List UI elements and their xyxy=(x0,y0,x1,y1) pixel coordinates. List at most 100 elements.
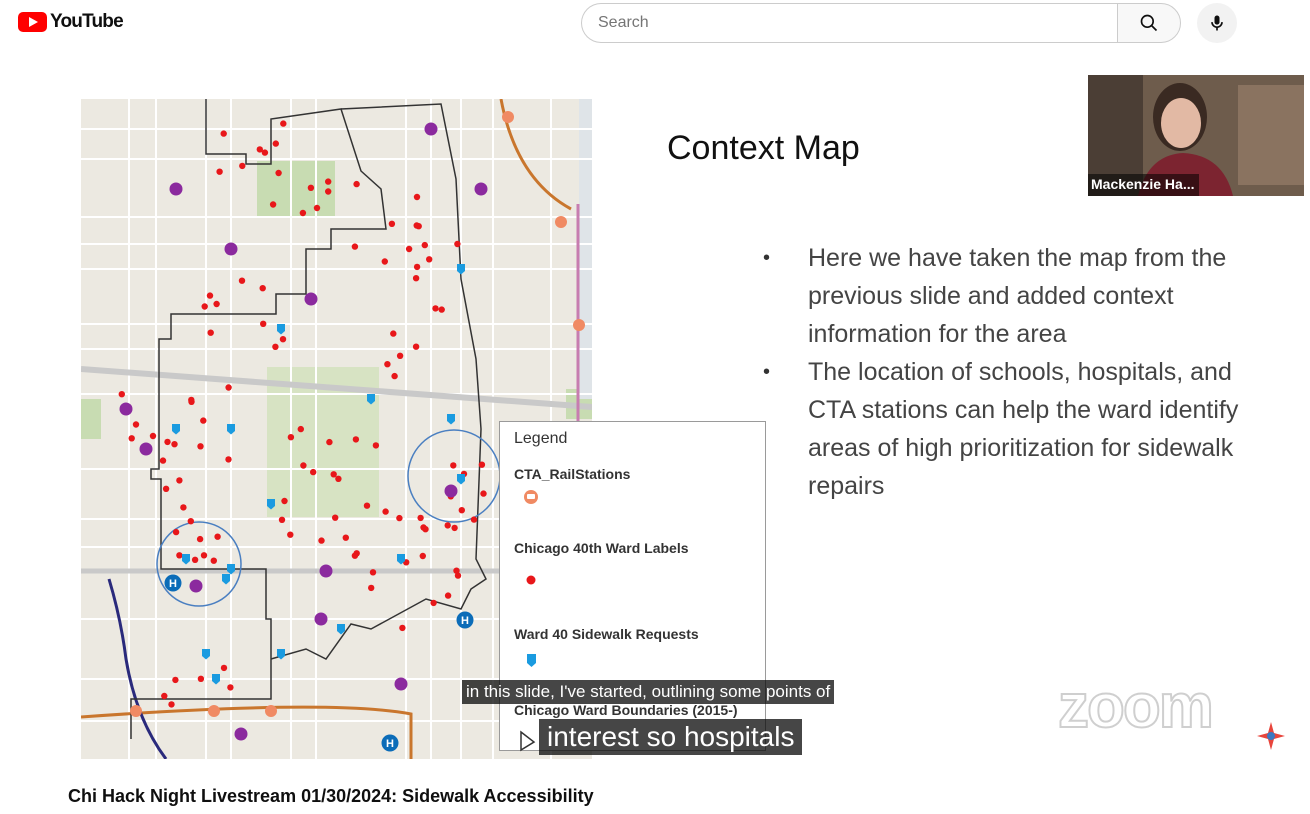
ward-label-dot xyxy=(478,461,486,468)
school-icon xyxy=(139,442,153,456)
sidewalk-request-marker xyxy=(202,649,210,660)
search-button[interactable] xyxy=(1117,3,1181,43)
ward-label-dot xyxy=(171,441,178,448)
caption-line-2: interest so hospitals xyxy=(539,719,803,755)
ward-label-dot xyxy=(272,140,279,147)
sidewalk-request-marker xyxy=(457,264,465,275)
school-icon xyxy=(314,612,328,626)
ward-label-dot xyxy=(162,485,170,492)
sidewalk-request-marker xyxy=(367,394,375,405)
ward-label-dot xyxy=(310,468,317,476)
ward-label-dot xyxy=(326,438,333,446)
masthead: YouTube xyxy=(0,0,1310,46)
ward-label-dot xyxy=(281,497,288,505)
ward-label-dot xyxy=(279,336,287,343)
ward-label-dot xyxy=(399,624,406,632)
ward-label-dot xyxy=(391,372,398,380)
ward-label-dot xyxy=(207,329,214,336)
rail-station-icon xyxy=(573,319,585,331)
ward-label-dot xyxy=(396,514,403,522)
ward-label-dot xyxy=(176,552,183,559)
ward-label-dot xyxy=(188,398,195,405)
ward-label-dot xyxy=(368,584,375,592)
legend-item-requests: Ward 40 Sidewalk Requests xyxy=(514,626,699,642)
ward-label-dot xyxy=(330,471,337,478)
ward-label-dot xyxy=(239,162,246,170)
rail-station-icon xyxy=(265,705,277,717)
rail-station-icon xyxy=(555,216,567,228)
ward-label-dot xyxy=(260,320,267,327)
ward-label-dot xyxy=(216,168,223,175)
ward-label-dot xyxy=(191,556,199,563)
ward-label-dot xyxy=(372,442,380,449)
ward-label-dot xyxy=(325,188,332,195)
ward-label-dot xyxy=(287,434,295,441)
ward-label-dot xyxy=(196,535,204,543)
ward-label-dot xyxy=(275,169,282,177)
ward-label-dot xyxy=(417,514,424,522)
ward-label-dot xyxy=(335,475,342,482)
ward-label-dot xyxy=(227,684,234,691)
ward-label-dot xyxy=(396,352,404,359)
ward-label-dot xyxy=(422,526,429,533)
search-input[interactable] xyxy=(581,3,1118,43)
ward-label-dot xyxy=(197,675,205,682)
school-icon xyxy=(474,182,488,196)
ward-label-dot xyxy=(225,456,232,463)
ward-label-dot xyxy=(176,477,183,484)
ward-label-dot xyxy=(210,557,217,564)
caption-line-1: in this slide, I've started, outlining s… xyxy=(462,680,835,704)
ward-label-dot xyxy=(453,567,460,574)
ward-label-dot xyxy=(220,664,228,672)
ward-label-dot xyxy=(168,701,175,708)
ward-label-dot xyxy=(384,361,391,368)
school-icon xyxy=(444,484,458,498)
ward-label-dot xyxy=(225,384,232,391)
ward-label-dot xyxy=(426,256,433,263)
ward-label-dot xyxy=(278,516,286,523)
youtube-play-icon xyxy=(18,12,47,32)
voice-search-button[interactable] xyxy=(1197,3,1237,43)
ward-label-dot xyxy=(325,178,332,185)
hospital-icon: H xyxy=(381,734,399,752)
legend-item-labels: Chicago 40th Ward Labels xyxy=(514,540,689,556)
ward-label-dot xyxy=(172,528,180,536)
ward-label-dot xyxy=(213,300,220,308)
bullet-item: Here we have taken the map from the prev… xyxy=(758,239,1278,353)
ward-label-dot xyxy=(353,180,360,188)
school-icon xyxy=(304,292,318,306)
ward-label-dot xyxy=(415,223,422,230)
ward-label-dot xyxy=(444,592,452,599)
svg-text:H: H xyxy=(461,615,469,627)
school-icon xyxy=(394,677,408,691)
ward-label-dot xyxy=(342,534,349,541)
ward-label-dot xyxy=(470,516,478,523)
ward-label-dot xyxy=(132,421,140,428)
ward-label-dot xyxy=(450,462,457,469)
video-player[interactable]: H H H Legend CTA_RailStations Chicago 40th… xyxy=(68,75,1305,765)
ward-label-dot xyxy=(172,676,179,684)
ward-label-dot xyxy=(313,204,321,212)
ward-label-dot xyxy=(332,514,339,521)
ward-label-dot xyxy=(480,490,487,497)
school-icon xyxy=(189,579,203,593)
ward-label-dot xyxy=(149,432,157,440)
bullet-item: The location of schools, hospitals, and … xyxy=(758,353,1278,505)
ward-label-dot xyxy=(413,193,421,201)
ward-label-dot xyxy=(438,306,445,313)
sidewalk-request-marker xyxy=(212,674,220,685)
youtube-logo[interactable]: YouTube xyxy=(18,11,124,33)
ward-label-dot xyxy=(318,537,325,544)
ward-label-dot xyxy=(297,425,304,433)
ward-label-dot xyxy=(128,435,135,442)
video-title: Chi Hack Night Livestream 01/30/2024: Si… xyxy=(68,786,594,806)
ward-label-dot xyxy=(159,457,167,464)
ward-label-dot xyxy=(390,330,397,337)
microphone-icon xyxy=(1211,15,1223,31)
ward-label-dot xyxy=(214,533,221,540)
sidewalk-request-marker xyxy=(227,424,235,435)
zoom-watermark: zoom xyxy=(1057,671,1215,742)
school-icon xyxy=(424,122,438,136)
ward-label-dot xyxy=(351,243,359,250)
svg-text:H: H xyxy=(169,578,177,590)
